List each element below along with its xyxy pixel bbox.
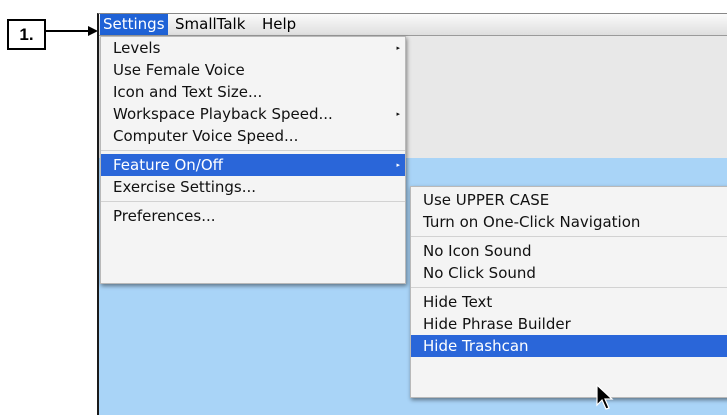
menu-item-exercise-settings[interactable]: Exercise Settings...: [101, 176, 405, 198]
submenu-item-hide-phrase-builder[interactable]: Hide Phrase Builder: [411, 313, 727, 335]
menu-bar: Settings SmallTalk Help: [99, 14, 727, 36]
submenu-item-no-click-sound[interactable]: No Click Sound: [411, 262, 727, 284]
submenu-item-one-click-navigation[interactable]: Turn on One-Click Navigation: [411, 211, 727, 233]
menu-separator: [411, 287, 727, 288]
submenu-arrow-icon: ▸: [396, 161, 400, 169]
menu-item-use-female-voice[interactable]: Use Female Voice: [101, 59, 405, 81]
menu-separator: [101, 150, 405, 151]
menu-help[interactable]: Help: [259, 14, 299, 35]
menu-item-levels[interactable]: Levels ▸: [101, 37, 405, 59]
menu-item-computer-voice-speed[interactable]: Computer Voice Speed...: [101, 125, 405, 147]
menu-settings[interactable]: Settings: [100, 14, 168, 35]
submenu-item-hide-trashcan[interactable]: Hide Trashcan: [411, 335, 727, 357]
submenu-item-hide-text[interactable]: Hide Text: [411, 291, 727, 313]
right-arrow-icon: [45, 26, 98, 36]
menu-separator: [411, 236, 727, 237]
step-number-label: 1.: [7, 19, 46, 50]
menu-item-workspace-playback-speed[interactable]: Workspace Playback Speed... ▸: [101, 103, 405, 125]
menu-smalltalk[interactable]: SmallTalk: [172, 14, 248, 35]
mouse-pointer-icon: [596, 384, 614, 410]
settings-dropdown: Levels ▸ Use Female Voice Icon and Text …: [100, 36, 406, 284]
menu-item-preferences[interactable]: Preferences...: [101, 205, 405, 227]
submenu-arrow-icon: ▸: [396, 44, 400, 52]
feature-submenu: Use UPPER CASE Turn on One-Click Navigat…: [410, 186, 727, 398]
submenu-item-no-icon-sound[interactable]: No Icon Sound: [411, 240, 727, 262]
menu-separator: [101, 201, 405, 202]
app-window: Settings SmallTalk Help Levels ▸ Use Fem…: [97, 13, 727, 415]
menu-item-icon-text-size[interactable]: Icon and Text Size...: [101, 81, 405, 103]
submenu-item-use-upper-case[interactable]: Use UPPER CASE: [411, 189, 727, 211]
submenu-arrow-icon: ▸: [396, 110, 400, 118]
menu-item-feature-on-off[interactable]: Feature On/Off ▸: [101, 154, 405, 176]
